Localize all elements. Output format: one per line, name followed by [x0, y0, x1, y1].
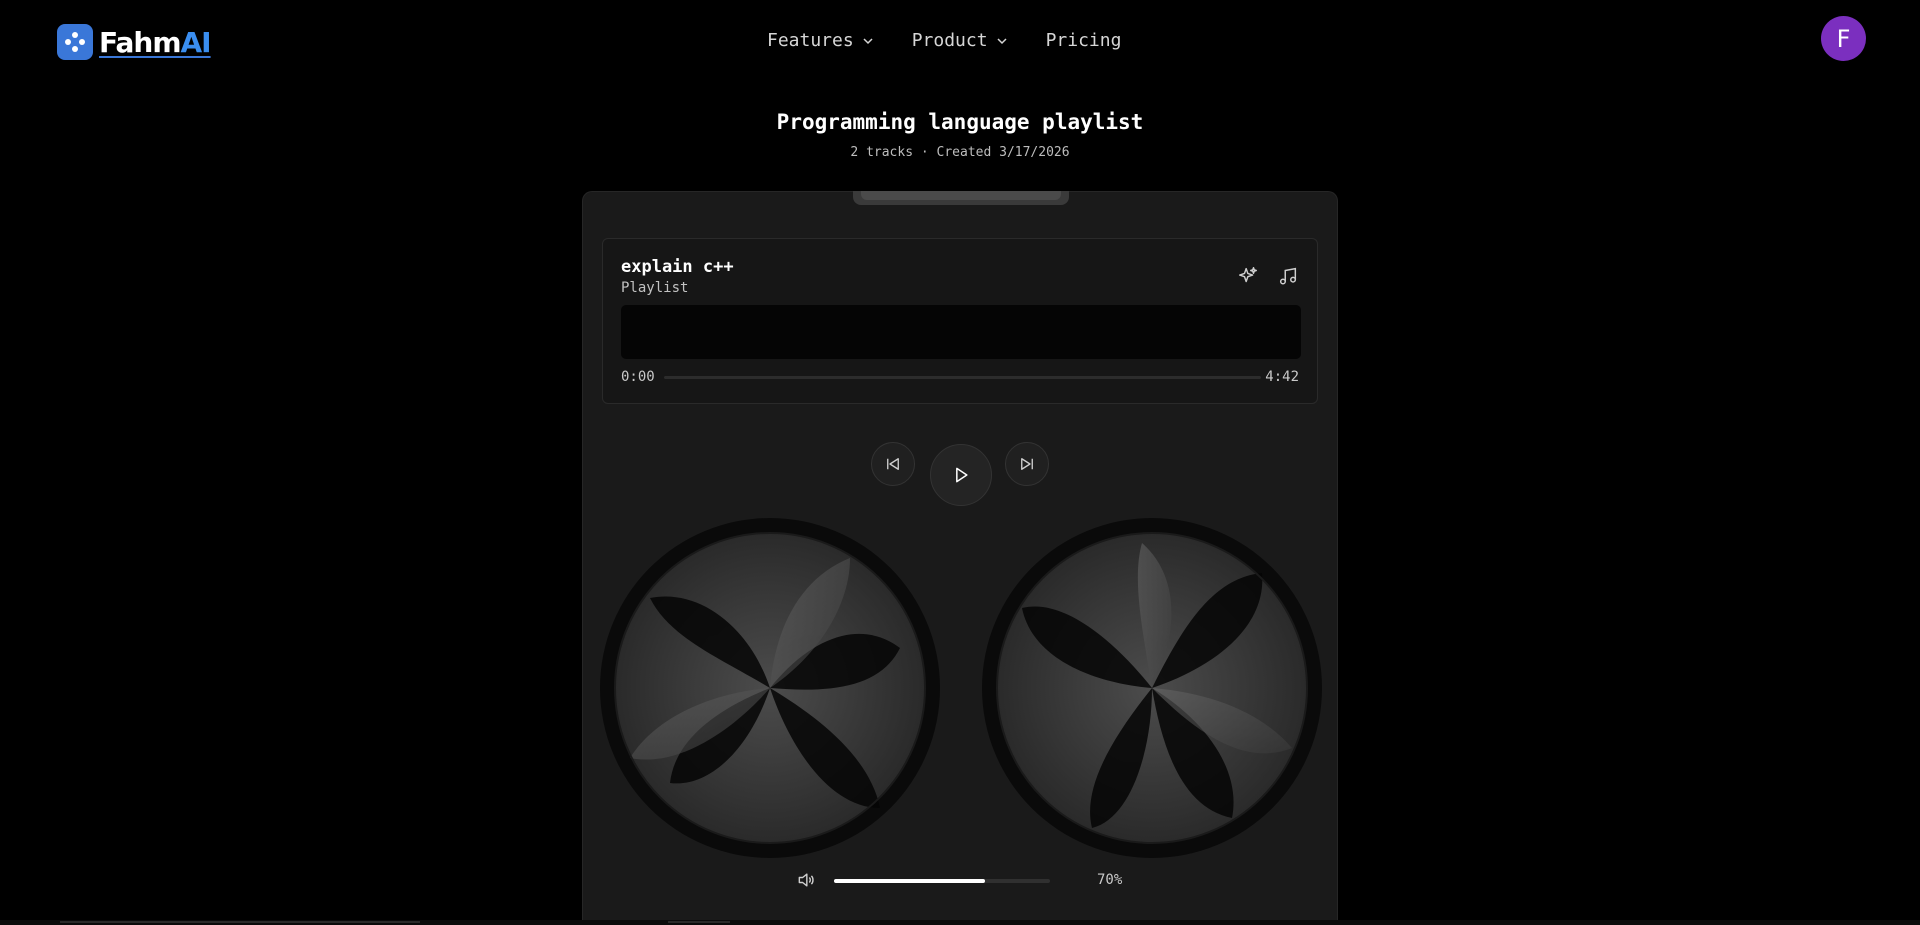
main-nav: Features Product Pricing — [767, 30, 1121, 51]
avatar[interactable]: F — [1821, 16, 1866, 61]
volume-slider[interactable] — [834, 879, 1050, 883]
device-handle — [853, 191, 1069, 205]
track-display — [621, 305, 1301, 359]
scrollbar-segment — [668, 921, 730, 923]
previous-icon — [887, 458, 899, 470]
chevron-down-icon — [997, 37, 1007, 44]
track-panel: explain c++ Playlist 0:00 4:42 — [602, 238, 1318, 404]
time-current: 0:00 — [621, 369, 655, 385]
nav-item-label: Pricing — [1045, 30, 1122, 51]
playback-controls — [583, 432, 1339, 506]
volume-fill — [834, 879, 986, 883]
track-title: explain c++ — [621, 257, 734, 277]
chevron-down-icon — [863, 37, 873, 44]
scrollbar-segment — [60, 921, 420, 923]
logo[interactable]: FahmAI — [57, 24, 212, 60]
left-reel — [600, 518, 940, 858]
next-icon — [1021, 458, 1033, 470]
top-navigation-bar: FahmAI Features Product Pricing F — [0, 0, 1920, 82]
track-subtitle: Playlist — [621, 280, 689, 296]
playlist-meta: 2 tracks · Created 3/17/2026 — [850, 145, 1070, 160]
logo-icon — [57, 24, 93, 60]
previous-button[interactable] — [871, 442, 915, 486]
bottom-scroll-strip — [0, 920, 1920, 925]
nav-item-label: Product — [911, 30, 988, 51]
nav-item-product[interactable]: Product — [912, 30, 1008, 51]
avatar-initial: F — [1836, 24, 1851, 53]
progress-bar[interactable] — [664, 376, 1261, 379]
logo-text: FahmAI — [99, 25, 212, 59]
sparkles-icon[interactable] — [1237, 265, 1259, 287]
page-title: Programming language playlist — [776, 110, 1144, 134]
time-total: 4:42 — [1265, 369, 1299, 385]
logo-text-main: Fahm — [99, 25, 181, 59]
next-button[interactable] — [1005, 442, 1049, 486]
music-note-icon[interactable] — [1277, 265, 1299, 287]
nav-item-features[interactable]: Features — [767, 30, 874, 51]
play-icon — [956, 467, 968, 483]
nav-item-label: Features — [767, 30, 854, 51]
speaker-icon[interactable] — [796, 870, 818, 892]
track-actions — [1237, 265, 1299, 287]
volume-control: 70% — [583, 866, 1339, 896]
play-button[interactable] — [930, 444, 992, 506]
logo-text-accent: AI — [180, 25, 212, 59]
player-device: explain c++ Playlist 0:00 4:42 70% — [582, 191, 1338, 925]
volume-percent: 70% — [1097, 872, 1123, 888]
nav-item-pricing[interactable]: Pricing — [1046, 30, 1122, 51]
right-reel — [982, 518, 1322, 858]
